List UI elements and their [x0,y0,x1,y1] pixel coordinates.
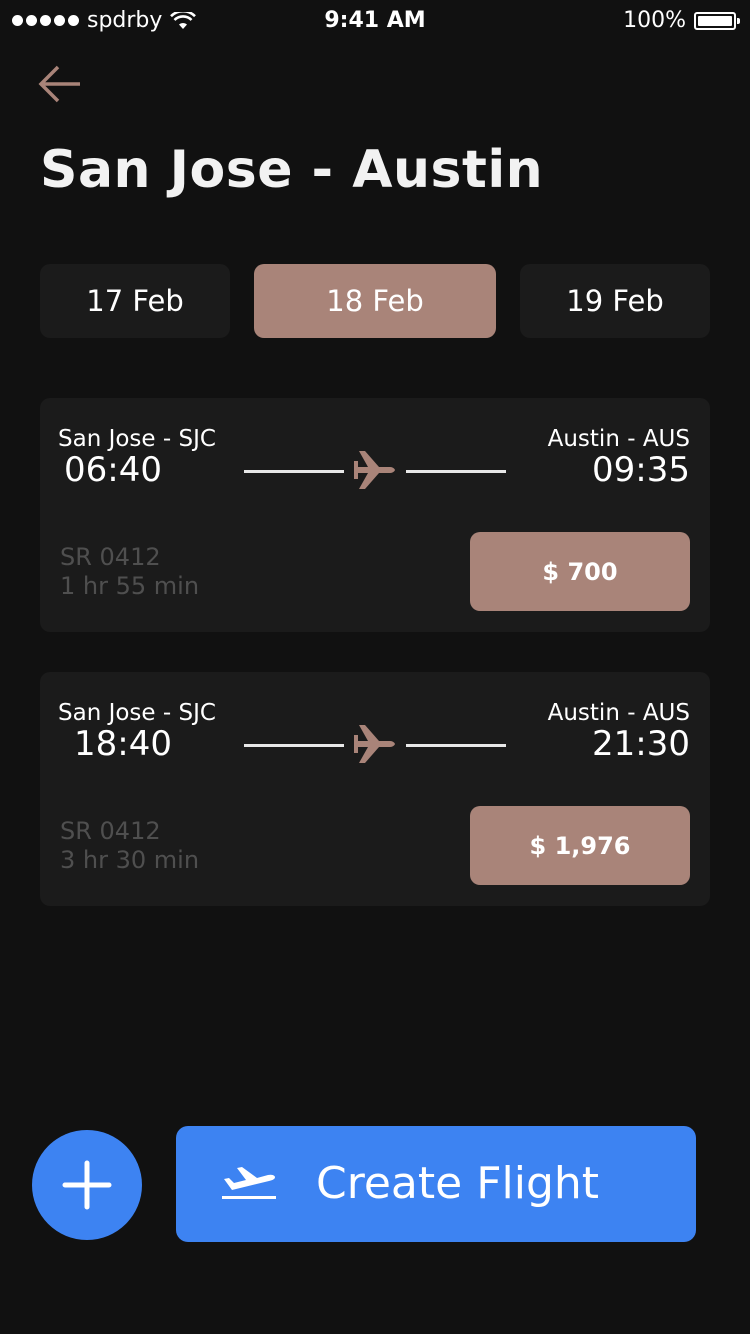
flight-card[interactable]: San Jose - SJC Austin - AUS 06:40 09:35 … [40,398,710,632]
flight-duration: 3 hr 30 min [60,846,200,874]
date-tab-label: 17 Feb [86,284,184,318]
arrival-time: 21:30 [592,724,690,764]
battery-fill [698,15,732,26]
flight-duration: 1 hr 55 min [60,572,200,600]
price-button[interactable]: $ 700 [470,532,690,611]
arrow-left-icon [38,65,80,103]
date-tab-19-feb[interactable]: 19 Feb [520,264,710,338]
departure-time: 18:40 [74,724,172,764]
origin-label: San Jose - SJC [58,700,216,726]
route-indicator [244,450,506,490]
price-label: $ 1,976 [529,831,631,860]
origin-label: San Jose - SJC [58,426,216,452]
add-button[interactable] [32,1130,142,1240]
create-flight-button[interactable]: Create Flight [176,1126,696,1242]
battery-percent: 100% [623,8,686,33]
date-tab-17-feb[interactable]: 17 Feb [40,264,230,338]
destination-label: Austin - AUS [547,700,690,726]
date-tab-18-feb[interactable]: 18 Feb [254,264,496,338]
airplane-icon [354,725,395,763]
status-right: 100% [623,8,740,33]
price-label: $ 700 [542,557,618,586]
flight-code: SR 0412 [60,817,161,845]
airplane-icon [354,451,395,489]
destination-label: Austin - AUS [547,426,690,452]
departure-time: 06:40 [64,450,162,490]
page-title: San Jose - Austin [40,140,544,200]
flight-card[interactable]: San Jose - SJC Austin - AUS 18:40 21:30 … [40,672,710,906]
status-bar: spdrby 9:41 AM 100% [0,0,750,44]
back-button[interactable] [36,62,84,106]
arrival-time: 09:35 [592,450,690,490]
price-button[interactable]: $ 1,976 [470,806,690,885]
flight-code: SR 0412 [60,543,161,571]
route-indicator [244,724,506,764]
create-flight-label: Create Flight [316,1158,600,1209]
battery-icon [694,11,740,30]
date-tab-label: 19 Feb [566,284,664,318]
date-tab-label: 18 Feb [326,284,424,318]
plus-icon [62,1160,112,1210]
takeoff-icon [222,1167,276,1199]
